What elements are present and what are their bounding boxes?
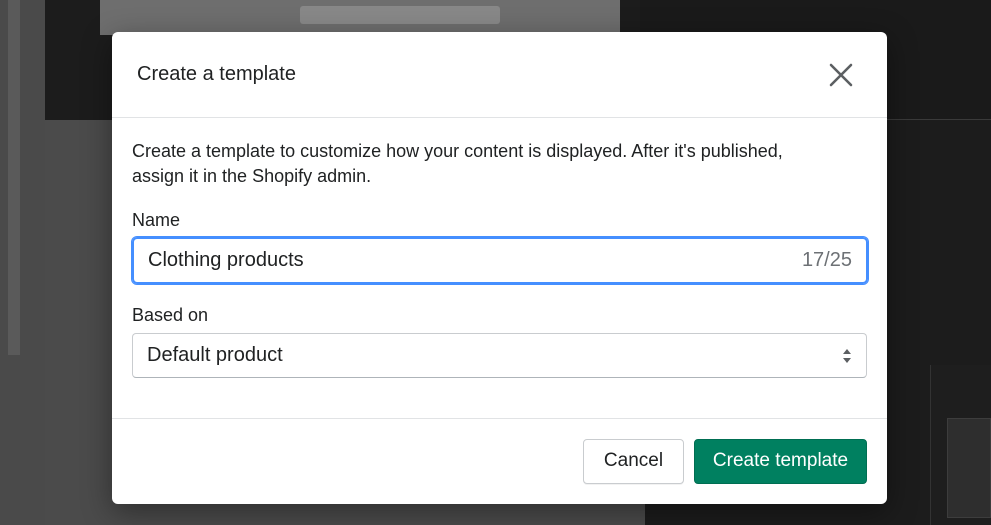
name-input[interactable] — [148, 249, 748, 272]
background-card — [100, 0, 620, 35]
based-on-label: Based on — [132, 305, 209, 325]
select-arrows-icon — [842, 348, 852, 364]
character-counter: 17/25 — [801, 249, 852, 271]
close-button[interactable] — [823, 57, 859, 93]
background-sidebar — [0, 0, 45, 525]
cancel-button[interactable]: Cancel — [583, 438, 684, 484]
based-on-select[interactable]: Default product — [132, 333, 867, 378]
background-right-card — [947, 418, 991, 518]
modal-footer: Cancel Create template — [112, 419, 887, 503]
modal-body: Create a template to customize how your … — [112, 118, 887, 419]
based-on-selected-value: Default product — [147, 344, 283, 366]
create-template-button[interactable]: Create template — [694, 438, 867, 484]
modal-header: Create a template — [112, 32, 887, 118]
close-icon — [829, 63, 853, 86]
background-card-text — [300, 6, 500, 24]
create-template-modal: Create a template Create a template to c… — [112, 32, 887, 504]
name-label: Name — [132, 210, 181, 230]
background-scrollbar — [8, 0, 20, 355]
modal-title: Create a template — [137, 63, 296, 85]
modal-description: Create a template to customize how your … — [132, 141, 783, 186]
name-field[interactable]: 17/25 — [132, 237, 868, 284]
